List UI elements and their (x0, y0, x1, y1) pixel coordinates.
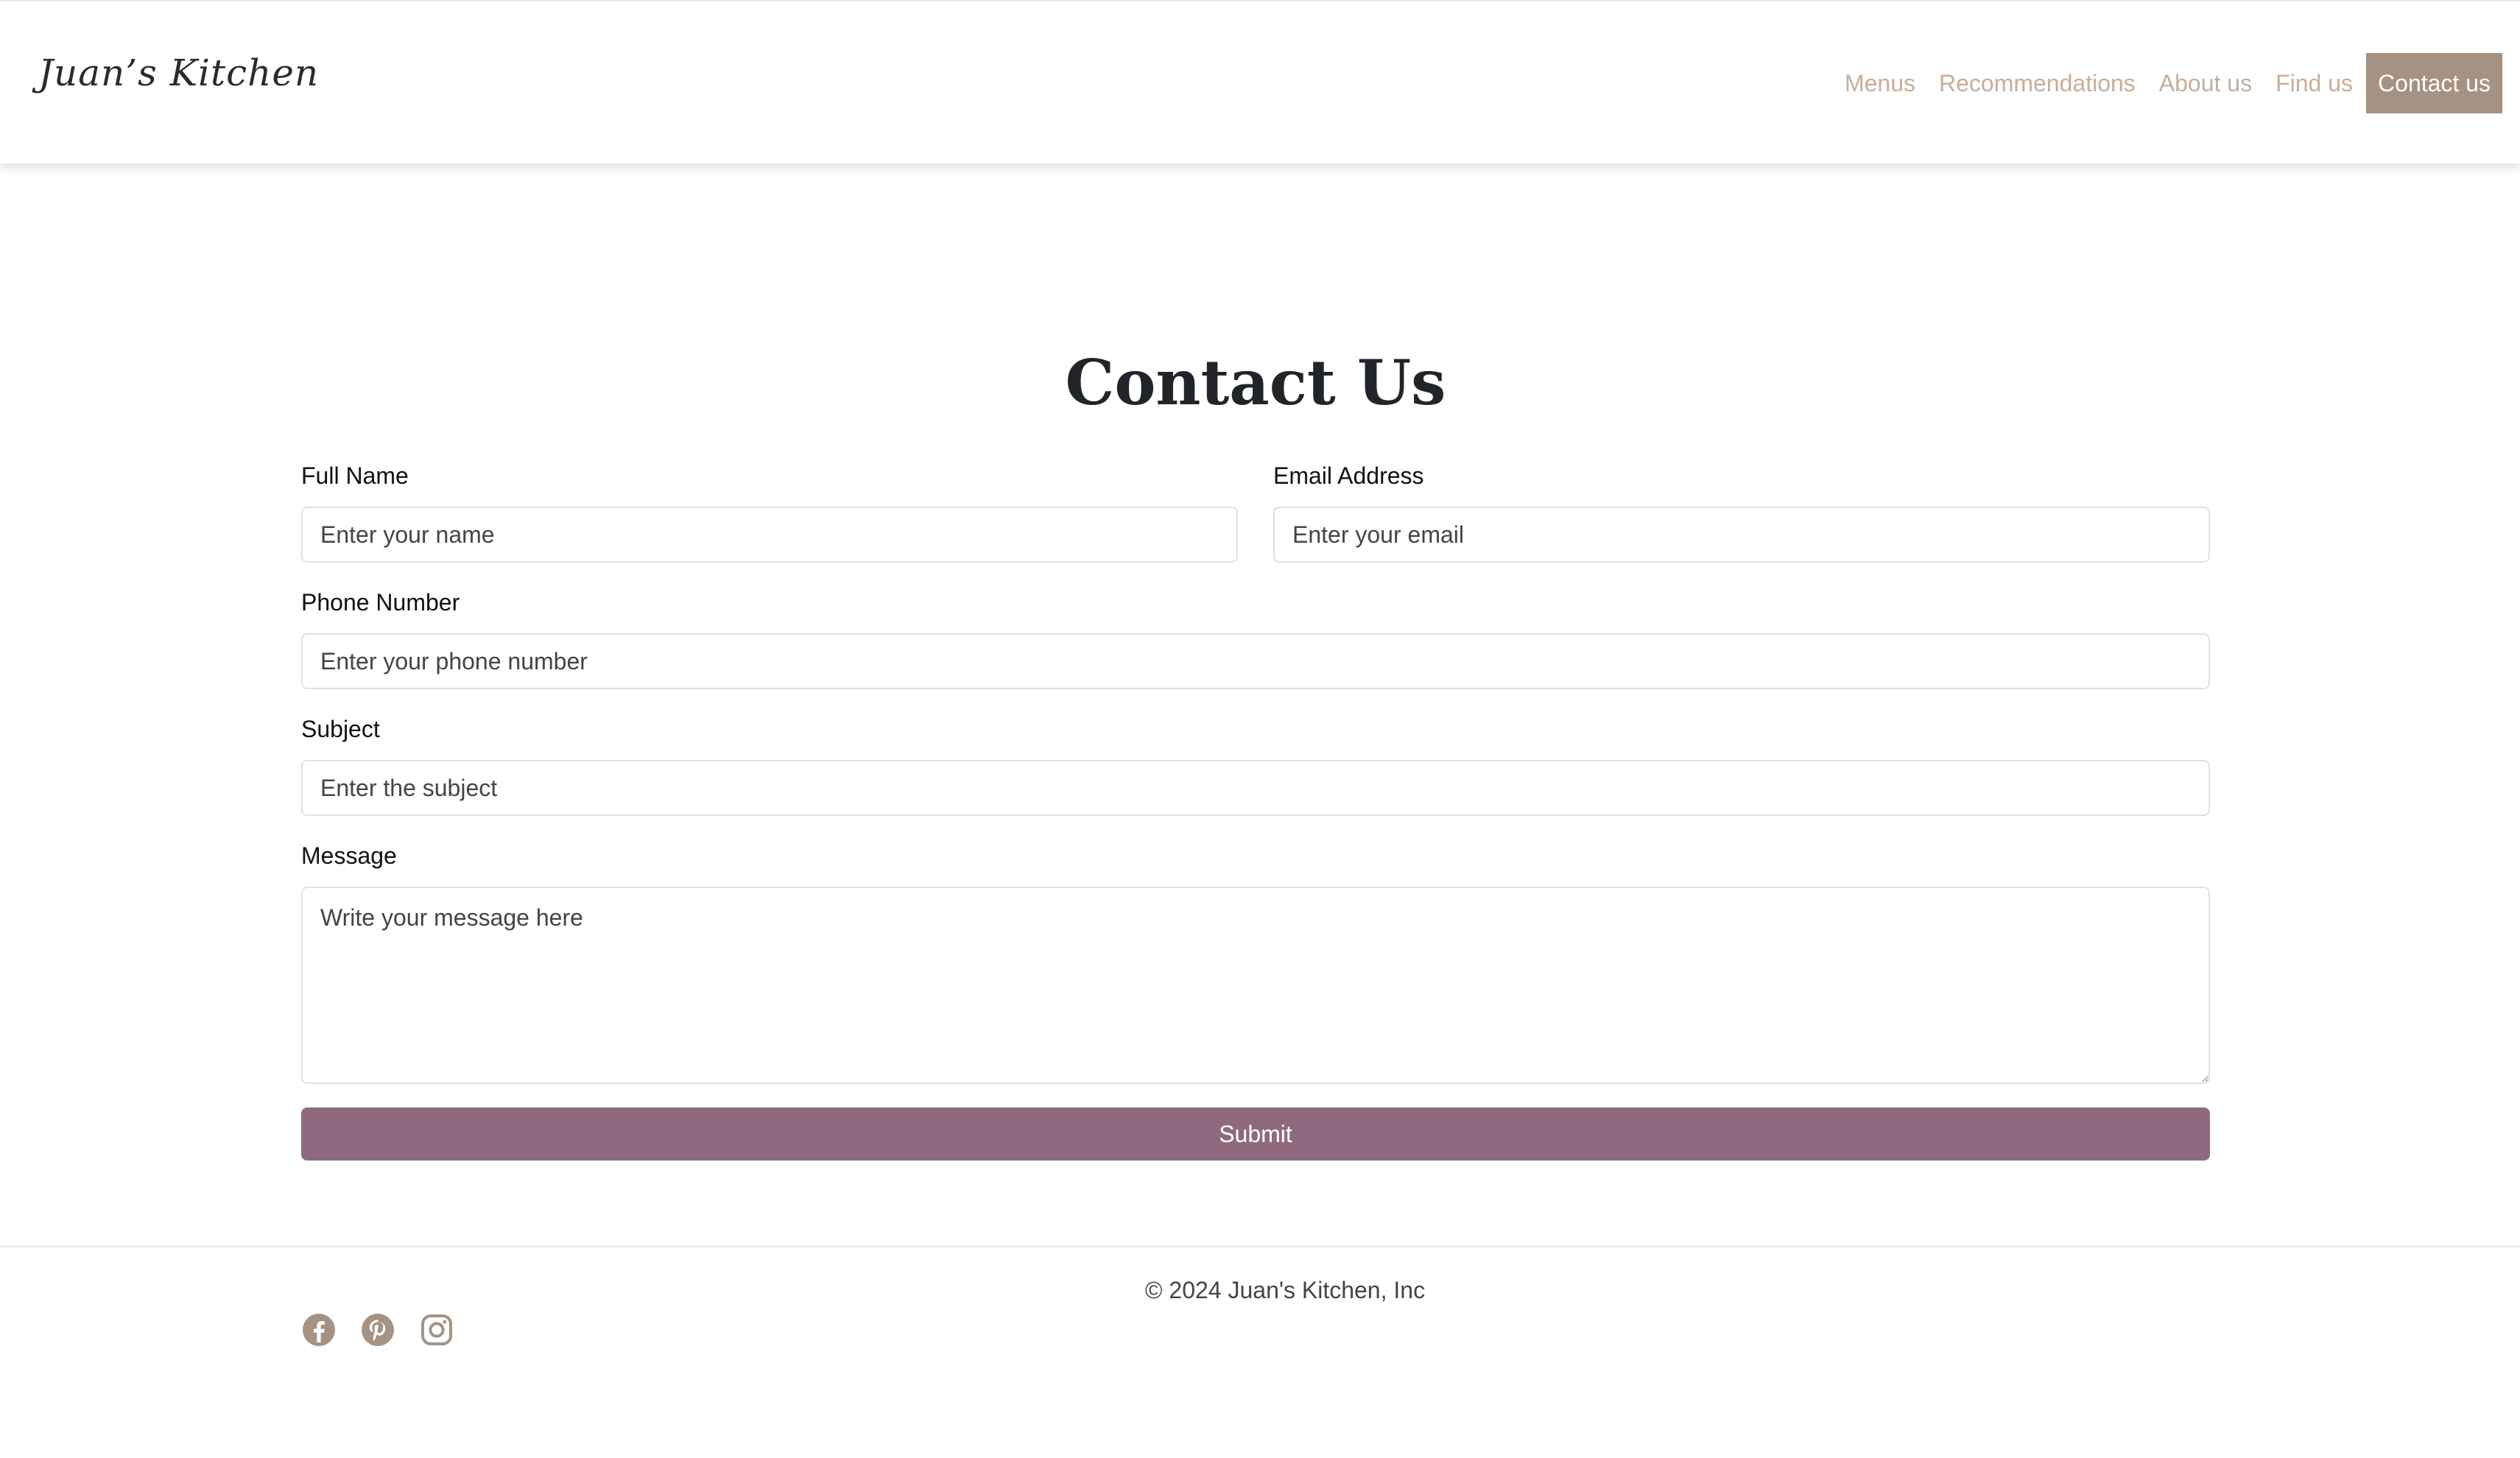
main-nav: Menus Recommendations About us Find us C… (1833, 53, 2502, 113)
submit-button[interactable]: Submit (301, 1107, 2210, 1161)
facebook-icon[interactable] (301, 1312, 337, 1348)
footer: © 2024 Juan's Kitchen, Inc (0, 1246, 2520, 1458)
brand-logo[interactable]: Juan’s Kitchen (38, 52, 319, 94)
nav-link-find-us[interactable]: Find us (2264, 53, 2365, 113)
social-links (301, 1312, 454, 1348)
copyright-text: © 2024 Juan's Kitchen, Inc (1144, 1277, 1426, 1303)
page: Juan’s Kitchen Menus Recommendations Abo… (0, 0, 2520, 1458)
full-name-label: Full Name (301, 462, 409, 489)
phone-input[interactable] (301, 633, 2210, 689)
subject-input[interactable] (301, 760, 2210, 816)
message-label: Message (301, 842, 397, 869)
nav-link-menus[interactable]: Menus (1833, 53, 1927, 113)
message-textarea[interactable] (301, 887, 2210, 1084)
nav-link-about-us[interactable]: About us (2147, 53, 2264, 113)
email-input[interactable] (1273, 507, 2210, 563)
full-name-input[interactable] (301, 507, 1238, 563)
page-title: Contact Us (1065, 346, 1446, 419)
pinterest-icon[interactable] (360, 1312, 395, 1348)
instagram-icon[interactable] (419, 1312, 454, 1348)
nav-link-recommendations[interactable]: Recommendations (1927, 53, 2147, 113)
nav-link-contact-us[interactable]: Contact us (2366, 53, 2502, 113)
phone-label: Phone Number (301, 589, 460, 616)
subject-label: Subject (301, 716, 380, 742)
navbar: Juan’s Kitchen Menus Recommendations Abo… (0, 0, 2520, 163)
email-label: Email Address (1273, 462, 1424, 489)
